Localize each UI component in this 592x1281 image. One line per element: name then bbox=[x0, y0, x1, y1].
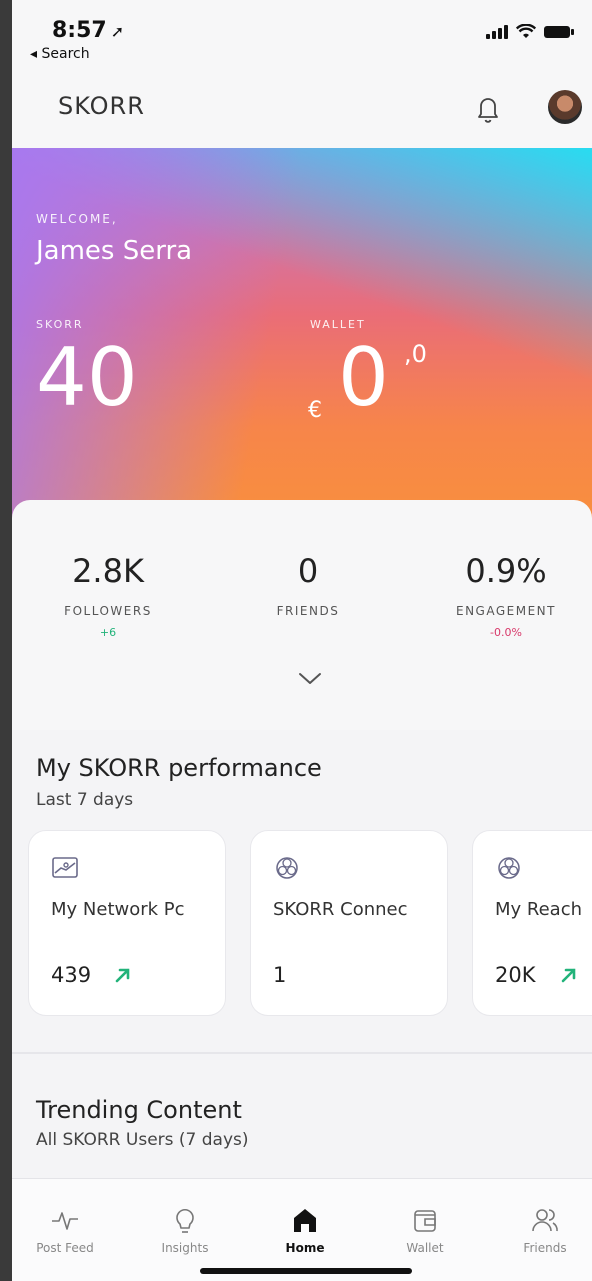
perf-card-network[interactable]: My Network Pc 439 bbox=[28, 830, 226, 1016]
brand-title: SKORR bbox=[58, 92, 145, 120]
performance-subtitle: Last 7 days bbox=[36, 790, 134, 810]
nav-insights[interactable]: Insights bbox=[140, 1205, 230, 1255]
app-header: SKORR bbox=[12, 70, 592, 148]
home-icon bbox=[294, 1209, 316, 1232]
welcome-label: WELCOME, bbox=[36, 212, 118, 226]
wallet-currency: € bbox=[308, 398, 322, 423]
section-divider bbox=[12, 1052, 592, 1054]
nav-friends[interactable]: Friends bbox=[500, 1205, 590, 1255]
trend-up-icon bbox=[115, 968, 130, 983]
engagement-delta: -0.0% bbox=[490, 626, 522, 639]
network-chart-icon bbox=[52, 857, 78, 878]
perf-card-reach[interactable]: My Reach 20K bbox=[472, 830, 592, 1016]
wallet-value: 0 bbox=[338, 331, 389, 424]
pulse-icon bbox=[52, 1212, 78, 1230]
bell-icon[interactable] bbox=[474, 92, 502, 124]
nav-home[interactable]: Home bbox=[260, 1205, 350, 1255]
lightbulb-icon bbox=[176, 1209, 194, 1233]
hero-banner: WELCOME, James Serra SKORR 40 WALLET € 0… bbox=[12, 148, 592, 520]
stat-followers: 2.8K FOLLOWERS +6 bbox=[18, 552, 198, 639]
wallet-label: WALLET bbox=[310, 318, 366, 331]
nav-wallet[interactable]: Wallet bbox=[380, 1205, 470, 1255]
trending-title: Trending Content bbox=[36, 1096, 242, 1124]
status-bar: 8:57 ➚ ◂ Search bbox=[12, 0, 592, 70]
skorr-score-value: 40 bbox=[36, 331, 138, 424]
wallet-decimal: ,0 bbox=[404, 340, 427, 368]
wallet-icon bbox=[414, 1210, 436, 1232]
stat-engagement: 0.9% ENGAGEMENT -0.0% bbox=[416, 552, 592, 639]
performance-title: My SKORR performance bbox=[36, 754, 322, 782]
stats-card: 2.8K FOLLOWERS +6 0 FRIENDS 0.9% ENGAGEM… bbox=[12, 500, 592, 730]
signal-icon bbox=[486, 25, 508, 39]
stat-friends: 0 FRIENDS bbox=[276, 552, 340, 618]
wifi-icon bbox=[516, 24, 536, 38]
trend-up-icon bbox=[561, 968, 576, 983]
back-to-search-link[interactable]: ◂ Search bbox=[30, 46, 90, 62]
friends-icon bbox=[532, 1209, 558, 1232]
trending-subtitle: All SKORR Users (7 days) bbox=[36, 1130, 249, 1150]
perf-card-connections[interactable]: SKORR Connec 1 bbox=[250, 830, 448, 1016]
skorr-score-label: SKORR bbox=[36, 318, 84, 331]
battery-icon bbox=[544, 26, 574, 38]
status-time: 8:57 ➚ bbox=[52, 18, 125, 43]
nav-post-feed[interactable]: Post Feed bbox=[20, 1205, 110, 1255]
user-name: James Serra bbox=[36, 236, 193, 266]
status-icons bbox=[486, 24, 574, 40]
followers-delta: +6 bbox=[99, 626, 117, 639]
location-arrow-icon: ➚ bbox=[110, 22, 125, 41]
connections-icon bbox=[276, 857, 298, 879]
connections-icon bbox=[498, 857, 520, 879]
avatar[interactable] bbox=[548, 90, 582, 124]
bottom-nav: Post Feed Insights Home Wallet Friends bbox=[12, 1178, 592, 1281]
home-indicator bbox=[200, 1268, 412, 1274]
chevron-down-icon[interactable] bbox=[296, 668, 324, 688]
phone-screen: 8:57 ➚ ◂ Search SKORR WELCOME, James Serr… bbox=[12, 0, 592, 1281]
